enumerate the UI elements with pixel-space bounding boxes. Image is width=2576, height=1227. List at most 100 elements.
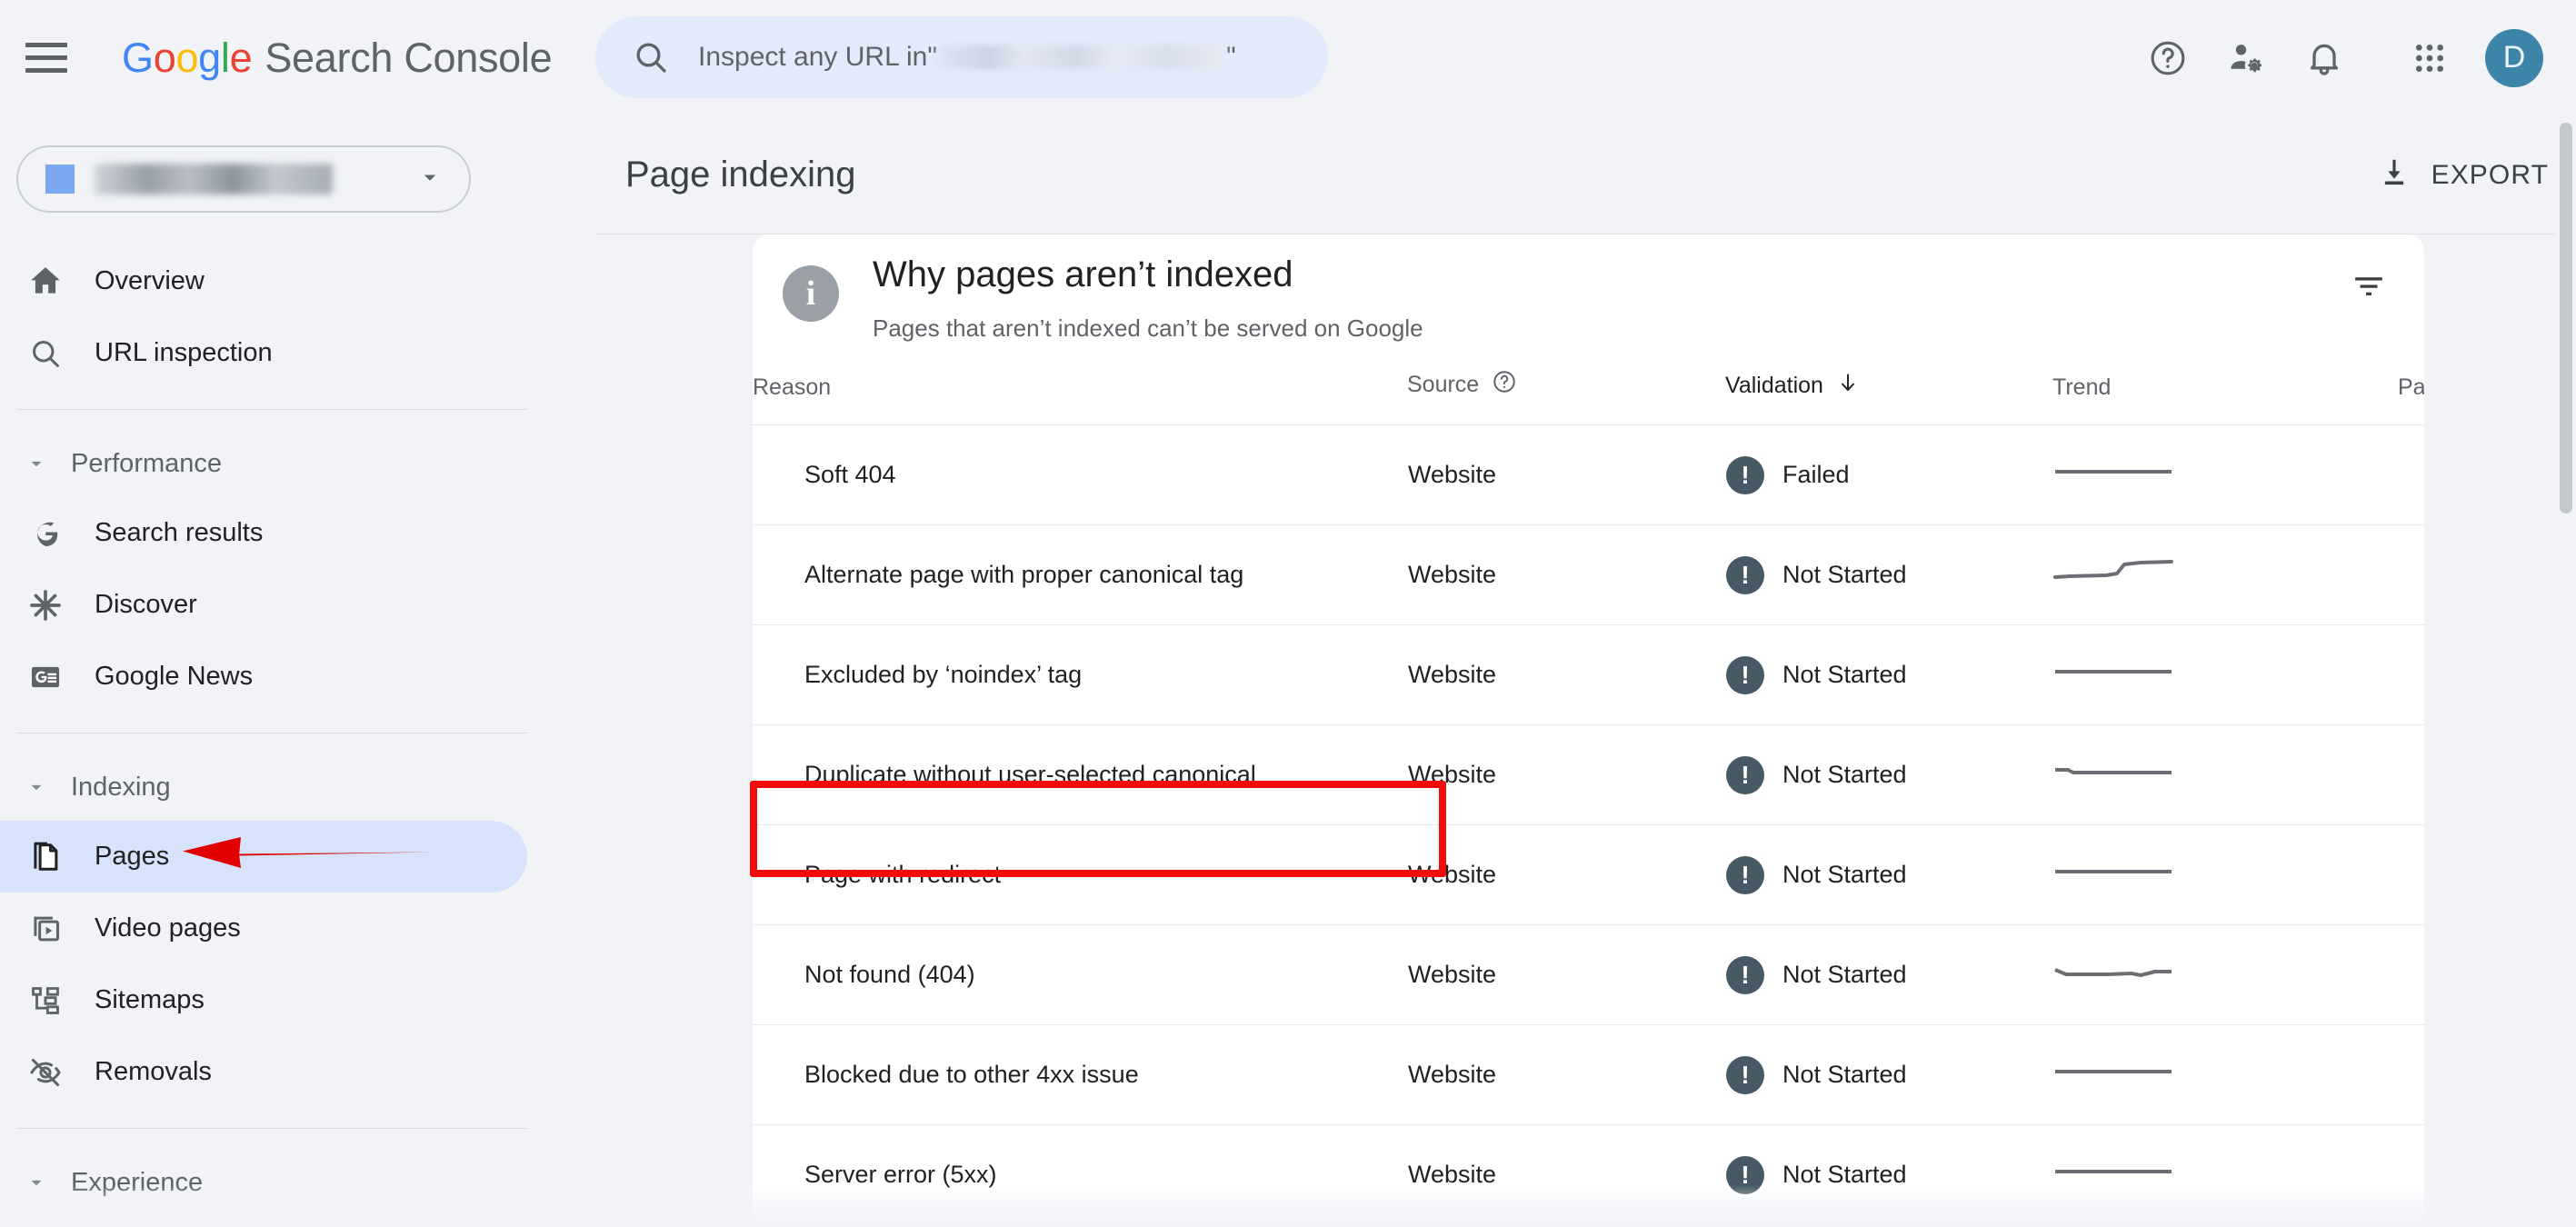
card-title: Why pages aren’t indexed <box>873 254 1293 295</box>
table-row[interactable]: Not found (404) Website !Not Started <box>753 925 2424 1025</box>
cell-trend <box>2052 625 2398 725</box>
cell-validation: !Not Started <box>1725 625 2052 725</box>
sidebar-item-google-news[interactable]: Google News <box>0 641 527 713</box>
help-icon[interactable] <box>2129 19 2207 97</box>
sidebar-group-performance[interactable]: Performance <box>0 430 595 497</box>
bell-icon[interactable] <box>2285 19 2363 97</box>
search-icon <box>25 337 65 370</box>
sidebar-group-experience[interactable]: Experience <box>0 1149 595 1216</box>
cell-trend <box>2052 725 2398 825</box>
quote-close: " <box>1226 42 1236 73</box>
table-row[interactable]: Page with redirect Website !Not Started <box>753 825 2424 925</box>
error-icon: ! <box>1726 756 1764 794</box>
cell-source: Website <box>1407 1025 1725 1125</box>
help-icon[interactable] <box>1492 369 1517 401</box>
page-header: Page indexing EXPORT <box>595 115 2576 234</box>
cell-trend <box>2052 825 2398 925</box>
cell-trend <box>2052 425 2398 525</box>
table-row[interactable]: Server error (5xx) Website !Not Started <box>753 1125 2424 1225</box>
sidebar-item-url-inspection[interactable]: URL inspection <box>0 317 527 389</box>
cell-trend <box>2052 525 2398 625</box>
trend-sparkline <box>2053 953 2173 990</box>
sidebar-group-indexing[interactable]: Indexing <box>0 753 595 821</box>
search-placeholder-prefix: Inspect any URL in <box>698 42 927 73</box>
info-icon: i <box>783 265 839 322</box>
sidebar: Overview URL inspection Performance <box>0 115 595 1227</box>
sidebar-item-label: Discover <box>95 590 197 620</box>
table-row[interactable]: Soft 404 Website !Failed <box>753 425 2424 525</box>
cell-validation: ! Not Started <box>1725 725 2052 825</box>
column-header-source[interactable]: Source <box>1407 369 1725 425</box>
column-label: Validation <box>1725 373 1823 399</box>
cell-validation: !Not Started <box>1725 1125 2052 1225</box>
card-subtitle: Pages that aren’t indexed can’t be serve… <box>873 314 1423 343</box>
table-row[interactable]: Duplicate without user-selected canonica… <box>753 725 2424 825</box>
sidebar-item-removals[interactable]: Removals <box>0 1036 527 1108</box>
sidebar-item-video-pages[interactable]: Video pages <box>0 893 527 964</box>
error-icon: ! <box>1726 956 1764 994</box>
export-button[interactable]: EXPORT <box>2377 115 2549 234</box>
validation-label: Not Started <box>1782 761 1907 789</box>
removals-icon <box>25 1055 65 1090</box>
cell-trend <box>2052 1025 2398 1125</box>
cell-source: Website <box>1407 925 1725 1025</box>
cell-validation: !Not Started <box>1725 525 2052 625</box>
table-row[interactable]: Alternate page with proper canonical tag… <box>753 525 2424 625</box>
brand-logo[interactable]: Google Search Console <box>122 35 552 82</box>
user-settings-icon[interactable] <box>2207 19 2285 97</box>
cell-source: Website <box>1407 425 1725 525</box>
table-row[interactable]: Excluded by ‘noindex’ tag Website !Not S… <box>753 625 2424 725</box>
cell-trend <box>2052 1125 2398 1225</box>
sidebar-item-sitemaps[interactable]: Sitemaps <box>0 964 527 1036</box>
chevron-down-icon <box>24 775 49 799</box>
column-header-trend[interactable]: Trend <box>2052 369 2398 425</box>
table-row[interactable]: Blocked due to other 4xx issue Website !… <box>753 1025 2424 1125</box>
sidebar-item-pages[interactable]: Pages <box>0 821 527 893</box>
column-header-validation[interactable]: Validation <box>1725 369 2052 425</box>
search-placeholder: Inspect any URL in "" <box>698 42 1236 73</box>
trend-sparkline <box>2053 653 2173 690</box>
arrow-down-icon <box>1836 371 1860 401</box>
trend-sparkline <box>2053 853 2173 890</box>
validation-label: Not Started <box>1782 1061 1907 1089</box>
top-app-bar: Google Search Console Inspect any URL in… <box>0 0 2576 115</box>
error-icon: ! <box>1726 856 1764 894</box>
sidebar-group-label: Indexing <box>71 773 171 803</box>
cell-reason: Soft 404 <box>753 425 1407 525</box>
search-icon <box>633 39 669 75</box>
validation-label: Not Started <box>1782 661 1907 689</box>
cell-source: Website <box>1407 525 1725 625</box>
cell-pages <box>2398 925 2424 1025</box>
error-icon: ! <box>1726 456 1764 494</box>
column-header-pages[interactable]: Pages <box>2398 369 2424 425</box>
sidebar-item-label: Sitemaps <box>95 985 205 1015</box>
sidebar-item-discover[interactable]: Discover <box>0 569 527 641</box>
video-pages-icon <box>25 912 65 946</box>
cell-reason: Alternate page with proper canonical tag <box>753 525 1407 625</box>
trend-sparkline <box>2053 1053 2173 1090</box>
table-body: Soft 404 Website !Failed Alternate page … <box>753 425 2424 1225</box>
cell-reason: Blocked due to other 4xx issue <box>753 1025 1407 1125</box>
vertical-scrollbar[interactable] <box>2556 115 2576 1227</box>
scrollbar-thumb[interactable] <box>2560 123 2572 514</box>
column-label: Trend <box>2052 374 2111 400</box>
cell-reason: Excluded by ‘noindex’ tag <box>753 625 1407 725</box>
table-header-row: Reason Source <box>753 369 2424 425</box>
avatar[interactable]: D <box>2485 29 2543 87</box>
home-icon <box>25 264 65 299</box>
why-pages-arent-indexed-card: i Why pages aren’t indexed Pages that ar… <box>753 234 2424 1227</box>
app-root: Google Search Console Inspect any URL in… <box>0 0 2576 1227</box>
sidebar-item-overview[interactable]: Overview <box>0 245 527 317</box>
property-selector[interactable] <box>16 145 471 213</box>
sidebar-item-search-results[interactable]: Search results <box>0 497 527 569</box>
main-menu-icon[interactable] <box>25 38 76 78</box>
url-inspection-search[interactable]: Inspect any URL in "" <box>595 16 1328 98</box>
sitemaps-icon <box>25 983 65 1018</box>
filter-icon[interactable] <box>2350 267 2388 310</box>
google-wordmark: Google <box>122 35 252 82</box>
sidebar-divider <box>16 409 527 410</box>
pages-icon <box>25 840 65 874</box>
column-header-reason[interactable]: Reason <box>753 369 1407 425</box>
apps-grid-icon[interactable] <box>2391 19 2469 97</box>
cell-trend <box>2052 925 2398 1025</box>
